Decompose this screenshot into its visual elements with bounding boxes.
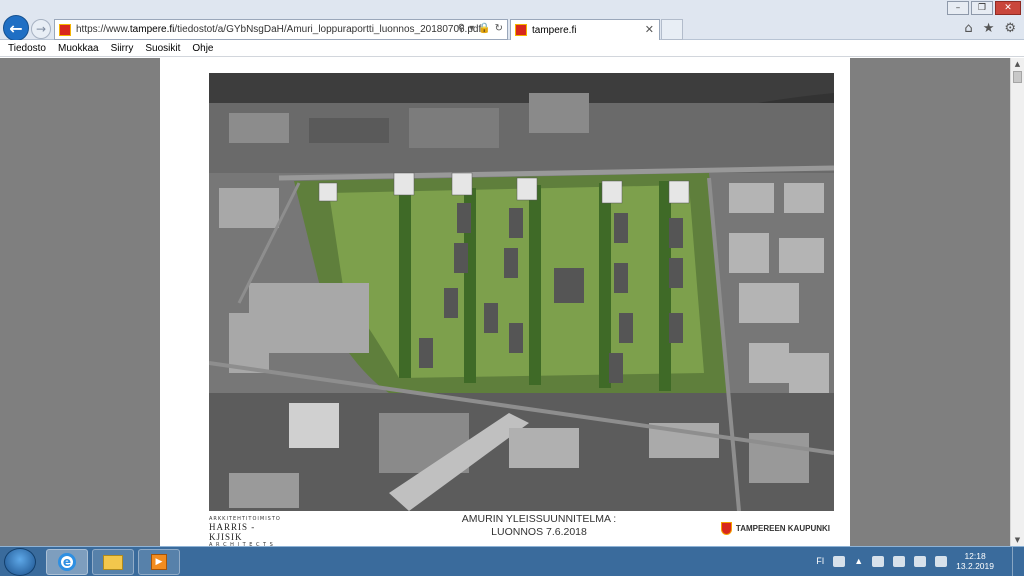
taskbar-media-button[interactable]: ▶	[138, 549, 180, 575]
city-crest-icon	[720, 522, 732, 535]
taskbar-ie-button[interactable]: e	[46, 549, 88, 575]
action-center-icon[interactable]	[872, 555, 885, 567]
screen: ← → https://www.tampere.fi/tiedostot/a/G…	[0, 0, 1024, 576]
start-button[interactable]	[4, 548, 36, 576]
restore-button[interactable]: ❐	[971, 1, 993, 15]
tab-tampere[interactable]: tampere.fi ✕	[510, 19, 660, 40]
city-name: TAMPEREEN KAUPUNKI	[735, 524, 830, 533]
clock-time: 12:18	[964, 551, 986, 561]
pdf-footer: ARKKITEHTITOIMISTO HARRIS - KJISIK A R C…	[209, 513, 834, 548]
browser-toolbar-icons: ⌂ ★ ⚙	[964, 21, 1016, 36]
refresh-icon[interactable]: ↻	[495, 23, 503, 34]
show-desktop-button[interactable]	[1012, 547, 1024, 576]
minimize-button[interactable]: –	[947, 1, 969, 15]
home-icon[interactable]: ⌂	[964, 21, 972, 36]
close-window-button[interactable]: ✕	[995, 1, 1021, 15]
language-indicator[interactable]: FI	[816, 556, 824, 566]
tab-favicon-icon	[515, 24, 527, 36]
lock-icon[interactable]: 🔒	[478, 23, 490, 34]
document-title-line2: LUONNOS 7.6.2018	[491, 526, 587, 538]
search-icon[interactable]: ⚲	[458, 23, 465, 34]
document-title-line1: AMURIN YLEISSUUNNITELMA :	[461, 513, 617, 525]
city-logo: TAMPEREEN KAUPUNKI	[720, 522, 830, 535]
url-text[interactable]: https://www.tampere.fi/tiedostot/a/GYbNs…	[76, 24, 481, 35]
menu-edit[interactable]: Muokkaa	[58, 43, 99, 54]
clock-date: 13.2.2019	[956, 561, 994, 571]
scroll-thumb[interactable]	[1013, 71, 1022, 83]
clock[interactable]: 12:18 13.2.2019	[956, 551, 994, 571]
settings-gear-icon[interactable]: ⚙	[1004, 21, 1016, 36]
site-favicon-icon	[59, 23, 71, 36]
tray-expand-icon[interactable]: ▲	[854, 556, 863, 566]
address-actions: ⚲ ▾ 🔒 ↻	[458, 23, 503, 34]
scroll-up-arrow-icon[interactable]: ▲	[1011, 58, 1024, 70]
window-controls: – ❐ ✕	[947, 1, 1021, 15]
browser-title-bar: ← → https://www.tampere.fi/tiedostot/a/G…	[0, 0, 1024, 41]
menu-go[interactable]: Siirry	[111, 43, 134, 54]
system-tray: FI ▲ 12:18 13.2.2019	[816, 551, 994, 571]
pdf-viewer[interactable]: ARKKITEHTITOIMISTO HARRIS - KJISIK A R C…	[0, 58, 1010, 548]
tab-label: tampere.fi	[532, 24, 577, 36]
scroll-down-arrow-icon[interactable]: ▼	[1011, 534, 1024, 546]
architect-logo: ARKKITEHTITOIMISTO HARRIS - KJISIK A R C…	[209, 516, 289, 548]
new-tab-button[interactable]	[661, 19, 683, 40]
network-icon[interactable]	[914, 555, 927, 567]
vertical-scrollbar[interactable]: ▲ ▼	[1010, 58, 1024, 546]
internet-explorer-icon: e	[58, 553, 76, 571]
url-path: /tiedostot/a/GYbNsgDaH/Amuri_loppuraport…	[174, 24, 482, 35]
back-button[interactable]: ←	[3, 15, 29, 41]
forward-button[interactable]: →	[31, 19, 51, 39]
menu-file[interactable]: Tiedosto	[8, 43, 46, 54]
url-prefix: https://www.	[76, 24, 130, 35]
address-bar[interactable]: https://www.tampere.fi/tiedostot/a/GYbNs…	[54, 19, 508, 40]
taskbar-explorer-button[interactable]	[92, 549, 134, 575]
device-icon[interactable]	[893, 555, 906, 567]
taskbar: e ▶ FI ▲ 12:18 13.2.2019	[0, 546, 1024, 576]
folder-icon	[103, 554, 123, 570]
dropdown-icon[interactable]: ▾	[469, 23, 474, 34]
url-domain: tampere.fi	[129, 24, 175, 35]
media-player-icon: ▶	[151, 554, 167, 570]
menu-favorites[interactable]: Suosikit	[145, 43, 180, 54]
menu-help[interactable]: Ohje	[192, 43, 213, 54]
architect-name: HARRIS - KJISIK	[209, 522, 256, 542]
aerial-photo	[209, 73, 834, 511]
close-tab-icon[interactable]: ✕	[645, 23, 654, 36]
favorites-star-icon[interactable]: ★	[983, 21, 995, 36]
pdf-page: ARKKITEHTITOIMISTO HARRIS - KJISIK A R C…	[160, 58, 850, 548]
menu-bar: Tiedosto Muokkaa Siirry Suosikit Ohje	[0, 40, 1024, 57]
document-title: AMURIN YLEISSUUNNITELMA : LUONNOS 7.6.20…	[439, 513, 639, 539]
keyboard-icon[interactable]	[833, 555, 846, 567]
volume-icon[interactable]	[935, 555, 948, 567]
